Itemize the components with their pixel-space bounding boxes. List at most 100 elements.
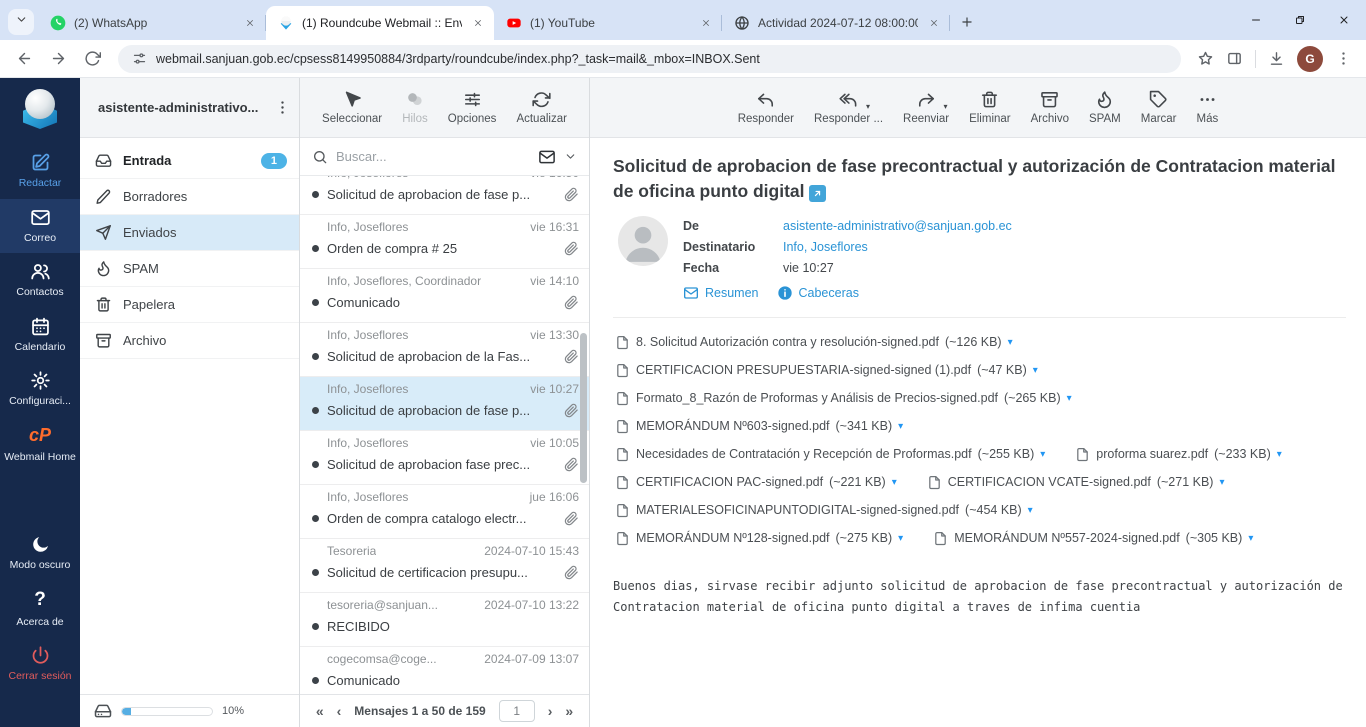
profile-avatar[interactable]: G xyxy=(1297,46,1323,72)
attachment-file[interactable]: CERTIFICACION VCATE-signed.pdf(~271 KB)▾ xyxy=(927,475,1225,490)
list-tool-button[interactable]: Hilos xyxy=(402,90,428,125)
mail-tool-button[interactable]: Más xyxy=(1197,90,1219,125)
attachment-menu-icon[interactable]: ▾ xyxy=(1248,533,1253,544)
bookmark-star-icon[interactable] xyxy=(1197,50,1214,67)
attachment-menu-icon[interactable]: ▾ xyxy=(892,477,897,488)
open-in-new-window-icon[interactable] xyxy=(809,185,826,202)
recipient-links[interactable]: Info, Joseflores xyxy=(783,240,868,254)
tab-search-button[interactable] xyxy=(8,9,34,35)
folder-item[interactable]: SPAM xyxy=(80,251,299,287)
attachment-menu-icon[interactable]: ▾ xyxy=(898,421,903,432)
sidebar-item[interactable]: ? Acerca de xyxy=(0,581,80,637)
attachment-file[interactable]: CERTIFICACION PRESUPUESTARIA-signed-sign… xyxy=(615,363,1038,378)
restore-button[interactable] xyxy=(1278,0,1322,40)
attachment-file[interactable]: MEMORÁNDUM Nº128-signed.pdf(~275 KB)▾ xyxy=(615,531,903,546)
header-action-button[interactable]: Resumen xyxy=(683,285,759,301)
browser-menu-icon[interactable] xyxy=(1335,50,1352,67)
sidebar-item[interactable]: Redactar xyxy=(0,144,80,199)
mail-tool-button[interactable]: ▾ Reenviar xyxy=(903,90,949,125)
browser-tab[interactable]: (2) WhatsApp xyxy=(38,6,266,40)
tab-close-icon[interactable] xyxy=(698,15,714,31)
unread-dot xyxy=(312,299,319,306)
browser-tab[interactable]: Actividad 2024-07-12 08:00:00 xyxy=(722,6,950,40)
tab-close-icon[interactable] xyxy=(242,15,258,31)
list-scrollbar[interactable] xyxy=(580,333,587,483)
message-row[interactable]: Info, Joseflores vie 16:50 Solicitud de … xyxy=(300,176,589,215)
caret-down-icon[interactable]: ▾ xyxy=(944,102,948,111)
attachment-menu-icon[interactable]: ▾ xyxy=(1040,449,1045,460)
message-row[interactable]: Info, Joseflores vie 16:31 Orden de comp… xyxy=(300,215,589,269)
attachment-menu-icon[interactable]: ▾ xyxy=(1033,365,1038,376)
close-window-button[interactable] xyxy=(1322,0,1366,40)
attachment-file[interactable]: Necesidades de Contratación y Recepción … xyxy=(615,447,1045,462)
message-row[interactable]: Info, Joseflores vie 13:30 Solicitud de … xyxy=(300,323,589,377)
attachment-menu-icon[interactable]: ▾ xyxy=(898,533,903,544)
minimize-button[interactable] xyxy=(1234,0,1278,40)
browser-tab[interactable]: (1) Roundcube Webmail :: Envia xyxy=(266,6,494,40)
attachment-menu-icon[interactable]: ▾ xyxy=(1219,477,1224,488)
prev-page-button[interactable]: ‹ xyxy=(337,703,342,719)
first-page-button[interactable]: « xyxy=(316,703,324,719)
attachment-file[interactable]: 8. Solicitud Autorización contra y resol… xyxy=(615,335,1013,350)
attachment-menu-icon[interactable]: ▾ xyxy=(1277,449,1282,460)
forward-button[interactable] xyxy=(44,45,72,73)
list-tool-button[interactable]: Actualizar xyxy=(516,90,567,125)
mail-tool-button[interactable]: Responder xyxy=(738,90,794,125)
sidebar-item[interactable]: Correo xyxy=(0,199,80,254)
new-tab-button[interactable] xyxy=(954,9,980,35)
page-input[interactable]: 1 xyxy=(499,700,535,722)
folder-item[interactable]: Enviados xyxy=(80,215,299,251)
folder-item[interactable]: Borradores xyxy=(80,179,299,215)
list-tool-button[interactable]: Seleccionar xyxy=(322,90,382,125)
tab-close-icon[interactable] xyxy=(926,15,942,31)
sidebar-item[interactable]: Configuraci... xyxy=(0,362,80,417)
list-tool-button[interactable]: Opciones xyxy=(448,90,497,125)
message-row[interactable]: Info, Joseflores vie 10:27 Solicitud de … xyxy=(300,377,589,431)
folder-options-icon[interactable] xyxy=(274,99,291,116)
browser-tab[interactable]: (1) YouTube xyxy=(494,6,722,40)
tab-close-icon[interactable] xyxy=(470,15,486,31)
sidebar-item[interactable]: Calendario xyxy=(0,308,80,363)
attachment-menu-icon[interactable]: ▾ xyxy=(1067,393,1072,404)
message-row[interactable]: tesoreria@sanjuan... 2024-07-10 13:22 RE… xyxy=(300,593,589,647)
mail-tool-button[interactable]: Archivo xyxy=(1031,90,1069,125)
message-row[interactable]: Info, Joseflores vie 10:05 Solicitud de … xyxy=(300,431,589,485)
attachment-menu-icon[interactable]: ▾ xyxy=(1028,505,1033,516)
address-bar[interactable]: webmail.sanjuan.gob.ec/cpsess8149950884/… xyxy=(118,45,1181,73)
attachment-file[interactable]: MEMORÁNDUM Nº557-2024-signed.pdf(~305 KB… xyxy=(933,531,1253,546)
last-page-button[interactable]: » xyxy=(565,703,573,719)
site-info-icon[interactable] xyxy=(132,51,147,66)
attachment-menu-icon[interactable]: ▾ xyxy=(1008,337,1013,348)
sidebar-item[interactable]: cP Webmail Home xyxy=(0,417,80,472)
mark-messages-icon[interactable] xyxy=(538,148,556,166)
folder-item[interactable]: Archivo xyxy=(80,323,299,359)
attachment-file[interactable]: CERTIFICACION PAC-signed.pdf(~221 KB)▾ xyxy=(615,475,897,490)
header-action-button[interactable]: Cabeceras xyxy=(777,285,859,301)
mail-tool-button[interactable]: SPAM xyxy=(1089,90,1121,125)
attachment-file[interactable]: MATERIALESOFICINAPUNTODIGITAL-signed-sig… xyxy=(615,503,1033,518)
attachment-file[interactable]: MEMORÁNDUM Nº603-signed.pdf(~341 KB)▾ xyxy=(615,419,903,434)
next-page-button[interactable]: › xyxy=(548,703,553,719)
reload-button[interactable] xyxy=(78,45,106,73)
message-row[interactable]: Info, Joseflores, Coordinador vie 14:10 … xyxy=(300,269,589,323)
attachment-file[interactable]: Formato_8_Razón de Proformas y Análisis … xyxy=(615,391,1072,406)
mail-tool-button[interactable]: Eliminar xyxy=(969,90,1011,125)
mail-tool-button[interactable]: ▾ Responder ... xyxy=(814,90,883,125)
sidebar-item[interactable]: Modo oscuro xyxy=(0,526,80,581)
caret-down-icon[interactable]: ▾ xyxy=(866,102,870,111)
folder-item[interactable]: Papelera xyxy=(80,287,299,323)
sidebar-item[interactable]: Cerrar sesión xyxy=(0,637,80,692)
message-row[interactable]: Tesoreria 2024-07-10 15:43 Solicitud de … xyxy=(300,539,589,593)
search-input[interactable] xyxy=(336,149,530,164)
sidebar-item[interactable]: Contactos xyxy=(0,253,80,308)
sender-address-link[interactable]: asistente-administrativo@sanjuan.gob.ec xyxy=(783,219,1012,233)
chevron-down-icon[interactable] xyxy=(564,150,577,163)
mail-tool-button[interactable]: Marcar xyxy=(1141,90,1177,125)
side-panel-icon[interactable] xyxy=(1226,50,1243,67)
message-row[interactable]: Info, Joseflores jue 16:06 Orden de comp… xyxy=(300,485,589,539)
folder-item[interactable]: Entrada 1 xyxy=(80,143,299,179)
attachment-file[interactable]: proforma suarez.pdf(~233 KB)▾ xyxy=(1075,447,1282,462)
message-row[interactable]: cogecomsa@coge... 2024-07-09 13:07 Comun… xyxy=(300,647,589,694)
back-button[interactable] xyxy=(10,45,38,73)
downloads-icon[interactable] xyxy=(1268,50,1285,67)
